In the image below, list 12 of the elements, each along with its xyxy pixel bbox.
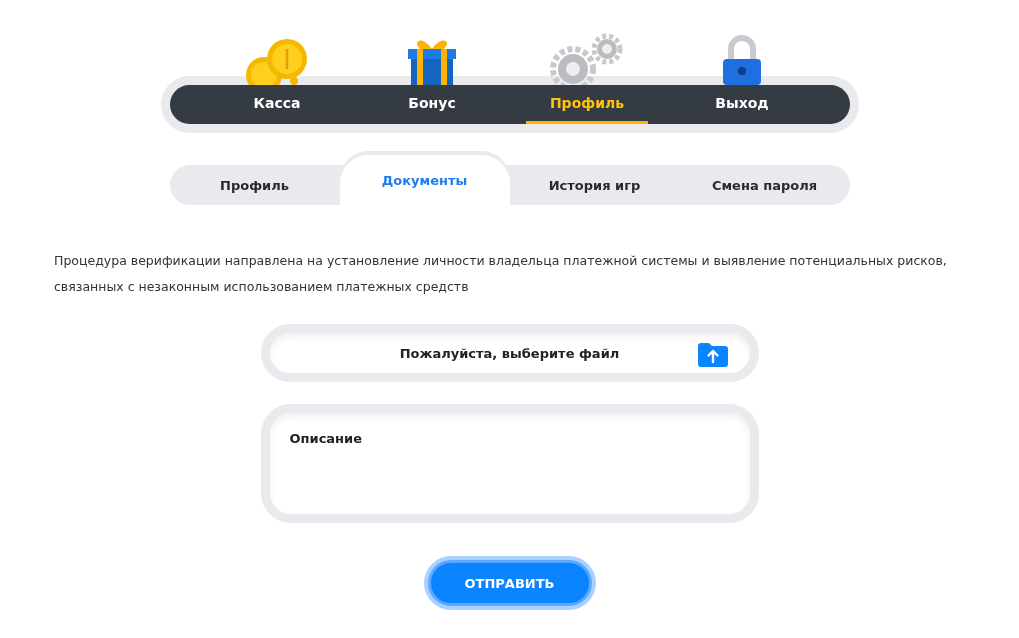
nav-tab[interactable]: Выход bbox=[691, 85, 793, 124]
nav-tab[interactable]: Бонус bbox=[384, 85, 480, 124]
folder-upload-icon bbox=[697, 343, 728, 367]
intro-text: Процедура верификации направлена на установление личности владельца платежной системы и выявление потенциальных рисков, связанных с незаконным использованием платежных средств bbox=[54, 252, 948, 296]
tab[interactable]: Смена пароля bbox=[679, 165, 850, 205]
nav-tab[interactable]: Касса bbox=[229, 85, 325, 124]
tab[interactable]: Профиль bbox=[169, 165, 340, 205]
tab[interactable]: История игр bbox=[509, 165, 680, 205]
file-upload-field[interactable]: Пожалуйста, выберите файл bbox=[260, 324, 759, 382]
description-field[interactable]: Описание bbox=[260, 404, 759, 523]
nav-tab[interactable]: Профиль bbox=[525, 85, 649, 124]
submit-button[interactable]: ОТПРАВИТЬ bbox=[427, 560, 592, 606]
